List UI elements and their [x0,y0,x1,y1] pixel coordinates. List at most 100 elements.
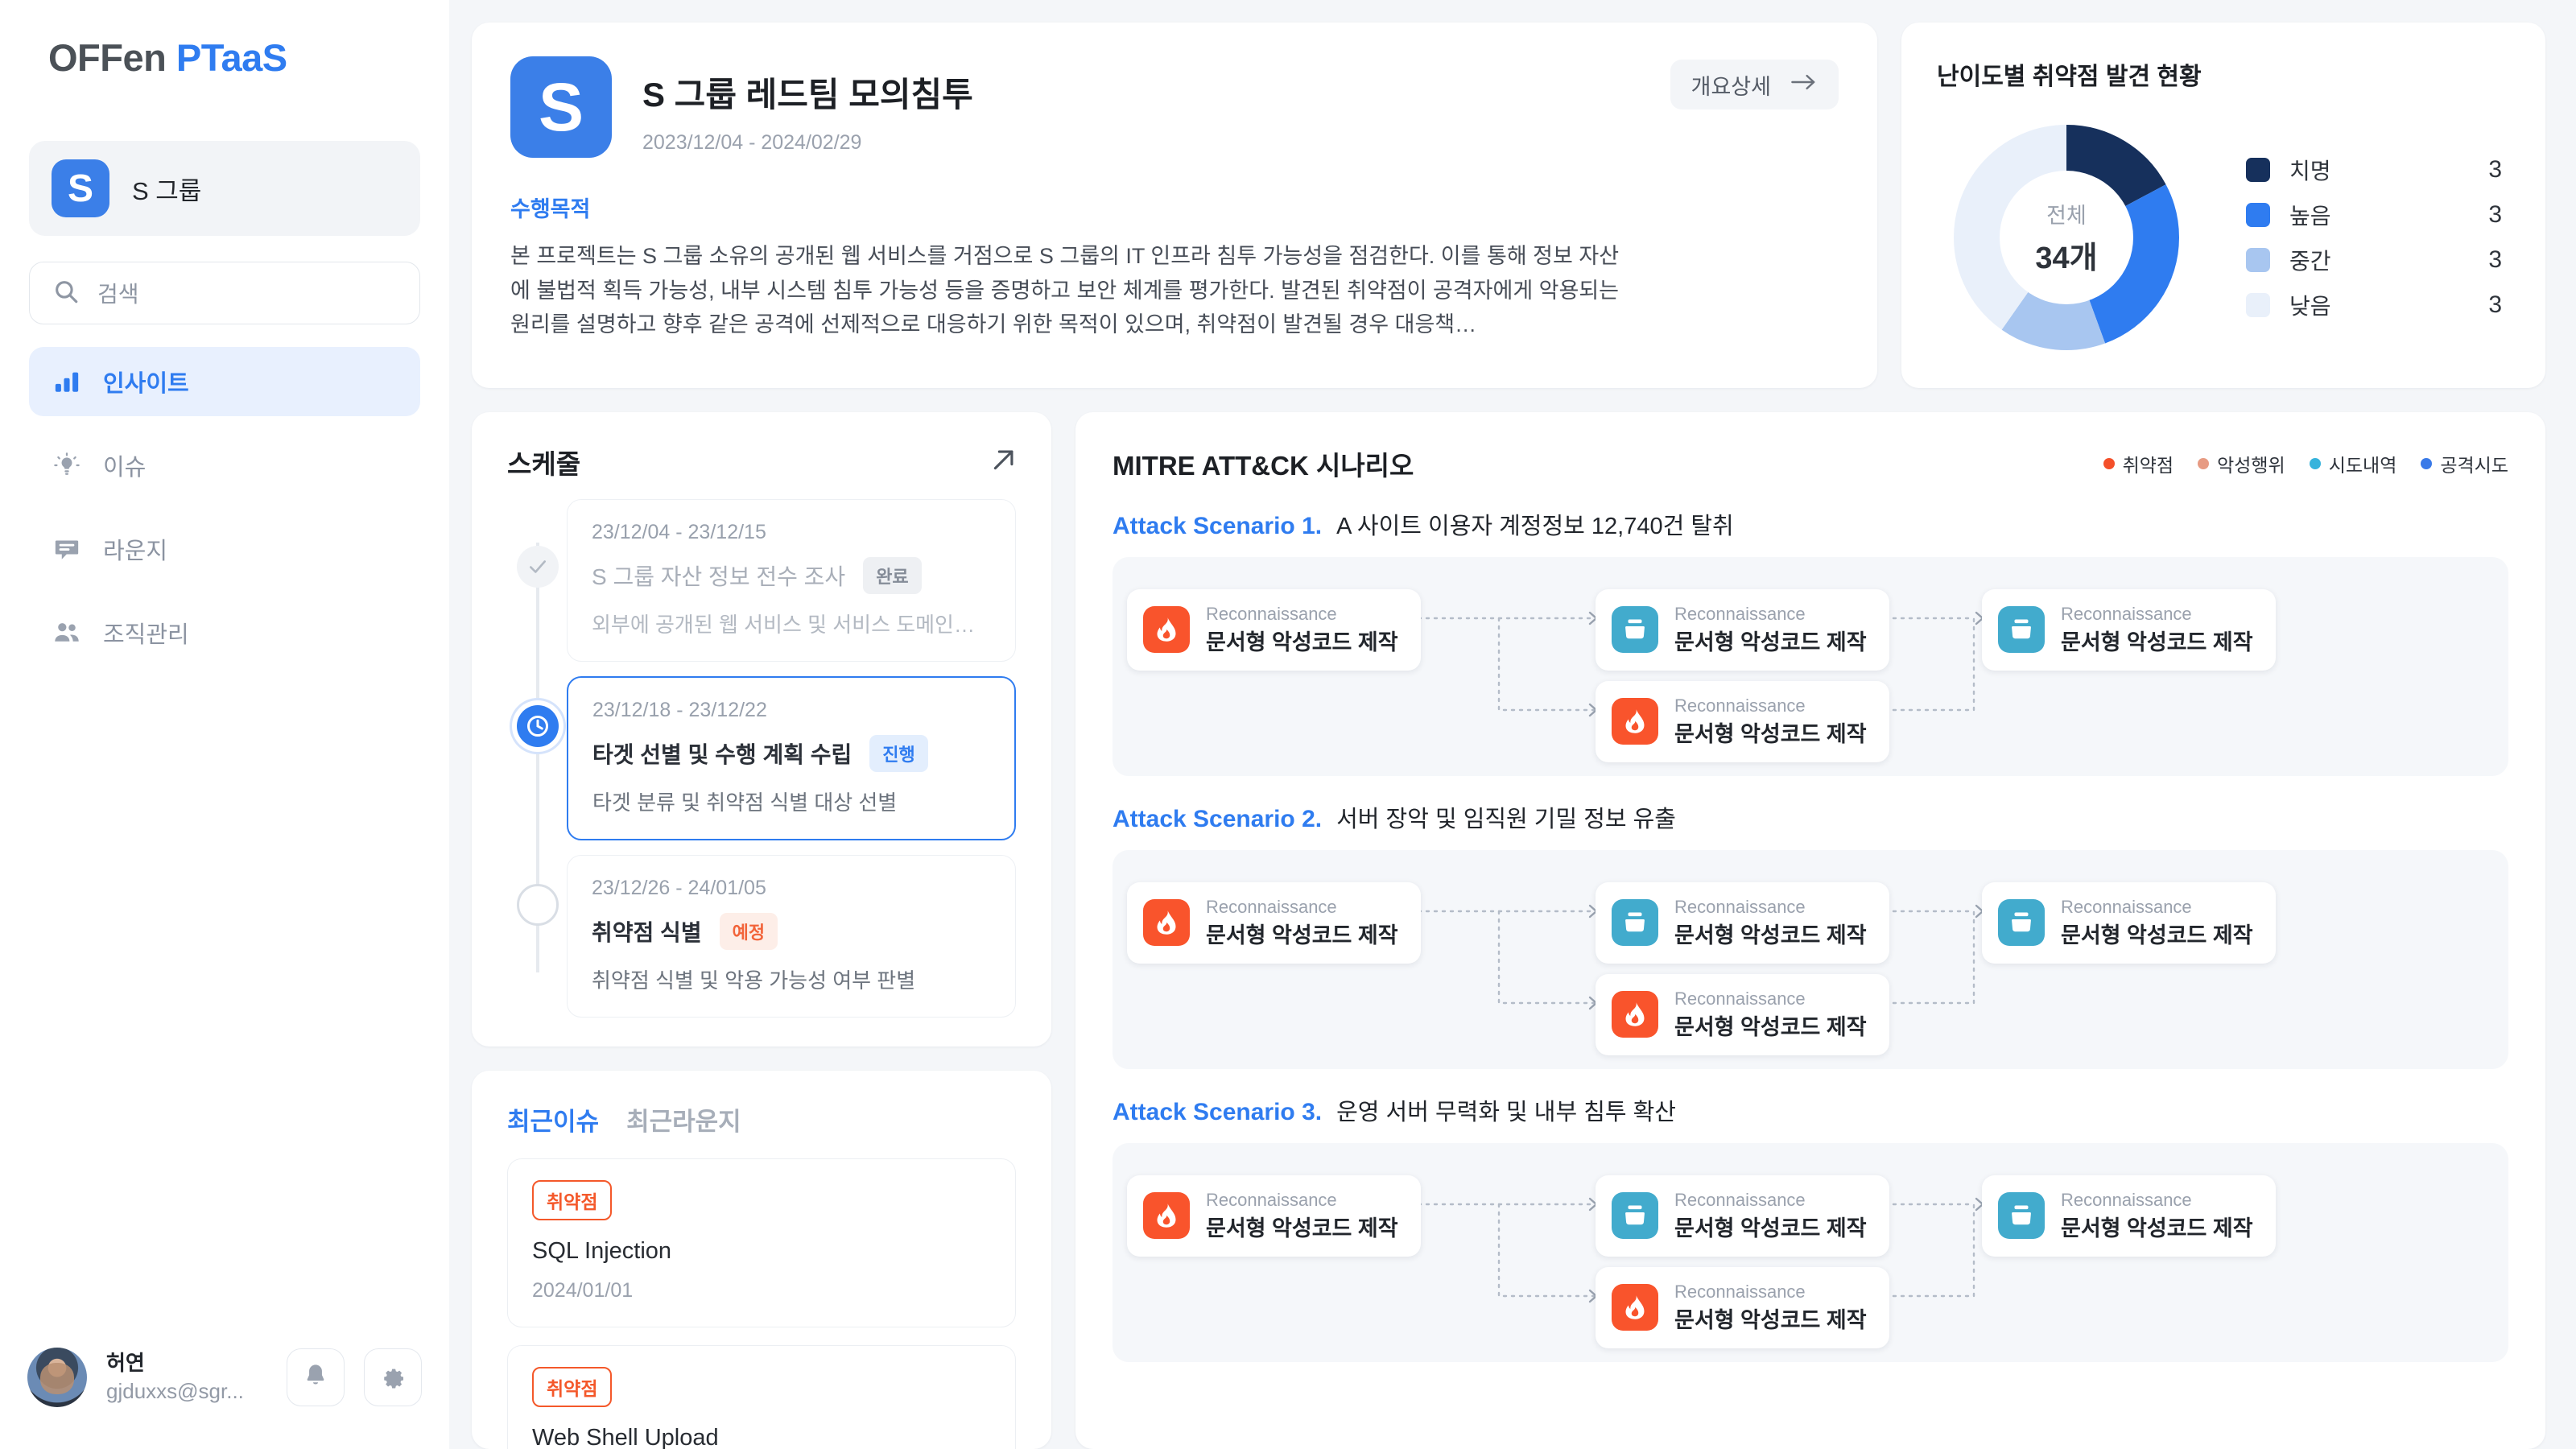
archive-icon [1612,899,1658,947]
schedule-item-date: 23/12/26 - 24/01/05 [592,877,766,899]
sidebar-item-insight[interactable]: 인사이트 [29,347,420,416]
flow-node[interactable]: Reconnaissance 문서형 악성코드 제작 [1982,882,2276,964]
sidebar: OFFen PTaaS S S 그룹 검색 인사이트 이슈 라운지 조직관리 허… [0,0,449,1449]
flow-node-technique: 문서형 악성코드 제작 [1206,1216,1398,1241]
flow-node-technique: 문서형 악성코드 제작 [2061,923,2253,948]
scenario-flow: Reconnaissance 문서형 악성코드 제작 Reconnaissanc… [1113,850,2508,1069]
legend-item[interactable]: 높음 3 [2246,192,2510,237]
chart-title: 난이도별 취약점 발견 현황 [1937,64,2202,90]
flow-node[interactable]: Reconnaissance 문서형 악성코드 제작 [1982,589,2276,671]
flow-node-technique: 문서형 악성코드 제작 [1674,1308,1867,1333]
attack-scenario: Attack Scenario 3. 운영 서버 무력화 및 내부 침투 확산 [1113,1093,2508,1362]
search-icon [52,278,80,309]
flow-node-technique: 문서형 악성코드 제작 [2061,1216,2253,1241]
donut-center-value: 34개 [2035,242,2098,275]
flow-node[interactable]: Reconnaissance 문서형 악성코드 제작 [1127,1175,1421,1257]
flow-node-tactic: Reconnaissance [1674,696,1806,716]
search-input[interactable]: 검색 [29,262,420,324]
flow-node-technique: 문서형 악성코드 제작 [1206,923,1398,948]
scenario-name: 서버 장악 및 임직원 기밀 정보 유출 [1336,807,1676,832]
recent-issues-card: 최근이슈 최근라운지 취약점 SQL Injection 2024/01/01 … [472,1071,1051,1449]
schedule-item[interactable]: 23/12/18 - 23/12/22 타겟 선별 및 수행 계획 수립 진행 … [567,676,1016,840]
flow-node-tactic: Reconnaissance [1206,604,1337,624]
tab-recent-lounge[interactable]: 최근라운지 [626,1101,741,1137]
flow-node-text: Reconnaissance 문서형 악성코드 제작 [1674,1282,1867,1334]
tab-recent-issues[interactable]: 최근이슈 [507,1101,599,1137]
flow-node-tactic: Reconnaissance [1206,897,1337,917]
avatar[interactable] [27,1348,87,1407]
sidebar-item-label: 조직관리 [103,622,189,648]
flow-node-text: Reconnaissance 문서형 악성코드 제작 [1674,696,1867,748]
user-meta: 허연 gjduxxs@sgr... [106,1349,267,1406]
legend-label: 취약점 [2122,455,2174,476]
sidebar-item-org[interactable]: 조직관리 [29,598,420,667]
settings-button[interactable] [364,1348,422,1406]
fire-icon [1612,1284,1658,1331]
schedule-card: 스케줄 23/12/04 - 23/12/15 S 그룹 자산 정보 전수 조사… [472,412,1051,1046]
legend-value: 3 [2488,246,2502,273]
schedule-item-row: 타겟 선별 및 수행 계획 수립 진행 [592,735,990,772]
scenario-header: Attack Scenario 3. 운영 서버 무력화 및 내부 침투 확산 [1113,1093,2508,1127]
legend-item[interactable]: 낮음 3 [2246,283,2510,328]
donut-chart[interactable]: 전체 34개 [1950,121,2183,354]
flow-node-text: Reconnaissance 문서형 악성코드 제작 [2061,604,2253,656]
flow-node[interactable]: Reconnaissance 문서형 악성코드 제작 [1596,1175,1889,1257]
flow-node[interactable]: Reconnaissance 문서형 악성코드 제작 [1127,882,1421,964]
flow-node[interactable]: Reconnaissance 문서형 악성코드 제작 [1596,589,1889,671]
chart-body: 전체 34개 치명 3 높음 3 중간 3 낮음 3 [1937,121,2510,354]
sidebar-item-lounge[interactable]: 라운지 [29,514,420,584]
flow-node-technique: 문서형 악성코드 제작 [1674,1216,1867,1241]
schedule-item-date: 23/12/18 - 23/12/22 [592,699,767,721]
bell-icon [302,1362,329,1393]
timeline-dot-done [517,546,559,588]
legend-label: 높음 [2289,204,2331,229]
flow-node-technique: 문서형 악성코드 제작 [1206,630,1398,655]
mitre-title: MITRE ATT&CK 시나리오 [1113,451,1414,481]
issue-tag: 취약점 [532,1180,613,1220]
donut-center: 전체 34개 [2000,171,2133,304]
sidebar-item-issue[interactable]: 이슈 [29,431,420,500]
flow-node-technique: 문서형 악성코드 제작 [1674,722,1867,747]
schedule-item[interactable]: 23/12/04 - 23/12/15 S 그룹 자산 정보 전수 조사 완료 … [567,499,1016,662]
list-item[interactable]: 취약점 Web Shell Upload [507,1345,1016,1449]
fire-icon [1143,899,1190,947]
archive-icon [1998,1192,2045,1240]
brand-part-1: OFFen [48,36,176,79]
archive-icon [1998,899,2045,947]
recent-tabs: 최근이슈 최근라운지 [507,1101,1016,1137]
schedule-item-desc: 외부에 공개된 웹 서비스 및 서비스 도메인… [592,613,975,637]
overview-detail-button[interactable]: 개요상세 [1670,60,1839,109]
flow-node[interactable]: Reconnaissance 문서형 악성코드 제작 [1596,1267,1889,1348]
schedule-item-row: S 그룹 자산 정보 전수 조사 완료 [592,557,991,594]
schedule-item[interactable]: 23/12/26 - 24/01/05 취약점 식별 예정 취약점 식별 및 악… [567,855,1016,1018]
legend-label: 중간 [2289,249,2331,274]
flow-node-text: Reconnaissance 문서형 악성코드 제작 [1206,897,1398,949]
legend-item-attack: 공격시도 [2421,450,2508,477]
flow-node-text: Reconnaissance 문서형 악성코드 제작 [1674,989,1867,1041]
schedule-item-row: 취약점 식별 예정 [592,913,991,950]
legend-label: 치명 [2289,159,2331,184]
legend-swatch [2246,158,2270,182]
arrow-up-right-icon[interactable] [990,446,1018,477]
notifications-button[interactable] [287,1348,345,1406]
flow-node[interactable]: Reconnaissance 문서형 악성코드 제작 [1127,589,1421,671]
schedule-timeline: 23/12/04 - 23/12/15 S 그룹 자산 정보 전수 조사 완료 … [507,499,1016,1018]
flow-node-tactic: Reconnaissance [1674,1190,1806,1210]
legend-item[interactable]: 중간 3 [2246,237,2510,283]
scenario-number: Attack Scenario 2. [1113,806,1323,832]
list-item[interactable]: 취약점 SQL Injection 2024/01/01 [507,1158,1016,1327]
flow-node[interactable]: Reconnaissance 문서형 악성코드 제작 [1982,1175,2276,1257]
legend-item[interactable]: 치명 3 [2246,147,2510,192]
sidebar-item-label: 이슈 [103,455,147,481]
search-placeholder: 검색 [97,282,139,307]
schedule-title: 스케줄 [507,449,581,479]
chat-icon [52,534,82,564]
org-switcher[interactable]: S S 그룹 [29,141,420,236]
project-header: S S 그룹 레드팀 모의침투 2023/12/04 - 2024/02/29 [510,56,1839,158]
issue-list: 취약점 SQL Injection 2024/01/01 취약점 Web She… [507,1158,1016,1449]
scenario-name: A 사이트 이용자 계정정보 12,740건 탈취 [1336,514,1734,539]
flow-node[interactable]: Reconnaissance 문서형 악성코드 제작 [1596,681,1889,762]
flow-node[interactable]: Reconnaissance 문서형 악성코드 제작 [1596,882,1889,964]
issue-tag: 취약점 [532,1367,613,1407]
flow-node[interactable]: Reconnaissance 문서형 악성코드 제작 [1596,974,1889,1055]
